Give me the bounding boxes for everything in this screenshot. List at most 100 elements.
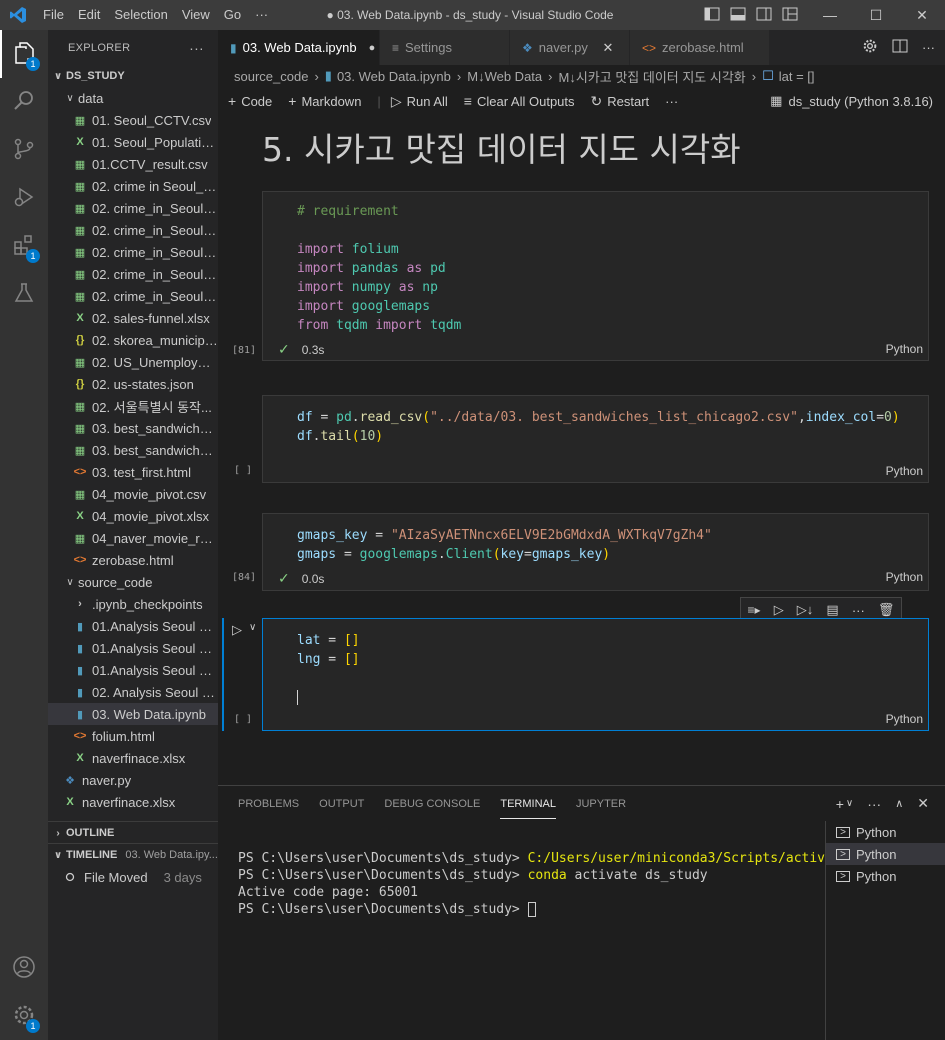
tab-settings[interactable]: ≡ Settings — [380, 30, 510, 65]
timeline-entry[interactable]: File Moved 3 days — [48, 866, 218, 888]
add-code-cell-button[interactable]: + Code — [228, 93, 272, 109]
code-cell-focused[interactable]: lat = [] lng = [] ▷ ∨ [ ] Python — [232, 618, 929, 731]
tree-file[interactable]: {} 02. skorea_municipa... — [48, 329, 218, 351]
tree-file[interactable]: ▮ 01.Analysis Seoul CC... — [48, 659, 218, 681]
run-debug-activity[interactable] — [0, 174, 48, 222]
cell-language[interactable]: Python — [886, 342, 923, 356]
tree-file[interactable]: ▮ 02. Analysis Seoul Cr... — [48, 681, 218, 703]
accounts-activity[interactable] — [0, 944, 48, 992]
run-all-button[interactable]: ▷ Run All — [391, 93, 448, 110]
close-icon[interactable]: ✕ — [600, 40, 616, 56]
clear-all-outputs-button[interactable]: ≡ Clear All Outputs — [464, 93, 575, 109]
minimize-icon[interactable]: — — [807, 0, 853, 30]
tree-file[interactable]: {} 02. us-states.json — [48, 373, 218, 395]
terminal-instance[interactable]: > Python — [826, 865, 945, 887]
execute-above-icon[interactable]: ≡▸ — [748, 603, 761, 617]
tree-file[interactable]: ▦ 01.CCTV_result.csv — [48, 153, 218, 175]
testing-activity[interactable] — [0, 270, 48, 318]
tree-file[interactable]: Xnaverfinace.xlsx — [48, 791, 218, 813]
tab-problems[interactable]: PROBLEMS — [238, 789, 299, 818]
tab-web-data-notebook[interactable]: ▮ 03. Web Data.ipynb ● — [218, 30, 380, 65]
tab-naver-py[interactable]: ❖ naver.py ✕ — [510, 30, 630, 65]
terminal-output[interactable]: PS C:\Users\user\Documents\ds_study> C:/… — [238, 850, 849, 918]
maximize-icon[interactable]: ☐ — [853, 0, 899, 30]
tab-output[interactable]: OUTPUT — [319, 789, 364, 818]
cell-language[interactable]: Python — [886, 464, 923, 478]
tree-file[interactable]: ▦ 02. crime in Seoul_fi... — [48, 175, 218, 197]
kernel-picker[interactable]: ▦ ds_study (Python 3.8.16) — [770, 87, 933, 115]
menu-selection[interactable]: Selection — [107, 0, 174, 30]
restart-kernel-button[interactable]: ↻ Restart — [591, 93, 650, 110]
tree-file[interactable]: ▮ 01.Analysis Seoul CC... — [48, 637, 218, 659]
breadcrumb-item[interactable]: M↓시카고 맛집 데이터 지도 시각화 — [559, 67, 746, 86]
chevron-down-icon[interactable]: ∨ — [846, 798, 853, 809]
terminal-instance[interactable]: > Python — [826, 821, 945, 843]
tree-file[interactable]: ▦ 01. Seoul_CCTV.csv — [48, 109, 218, 131]
toggle-secondary-sidebar-icon[interactable] — [756, 7, 772, 24]
close-panel-icon[interactable]: ✕ — [917, 795, 929, 812]
cell-language[interactable]: Python — [886, 570, 923, 584]
menu-more[interactable]: ··· — [248, 0, 275, 30]
tab-zerobase-html[interactable]: <> zerobase.html — [630, 30, 770, 65]
tree-file[interactable]: ▦ 03. best_sandwiches... — [48, 439, 218, 461]
folder-data[interactable]: ∨ data — [48, 87, 218, 109]
delete-cell-icon[interactable]: 🗑 — [878, 602, 895, 618]
close-window-icon[interactable]: ✕ — [899, 0, 945, 30]
unsaved-dot-icon[interactable]: ● — [369, 42, 376, 54]
breadcrumb-item[interactable]: 03. Web Data.ipynb — [337, 69, 451, 84]
more-actions-icon[interactable]: ··· — [922, 40, 935, 55]
toggle-primary-sidebar-icon[interactable] — [704, 7, 720, 24]
code-cell[interactable]: gmaps_key = "AIzaSyAETNncx6ELV9E2bGMdxdA… — [232, 513, 929, 591]
tree-file[interactable]: ❖ naver.py — [48, 769, 218, 791]
more-actions-icon[interactable]: ··· — [852, 603, 865, 618]
tab-debug-console[interactable]: DEBUG CONSOLE — [384, 789, 480, 818]
tab-terminal[interactable]: TERMINAL — [500, 789, 556, 819]
workspace-root[interactable]: ∨ DS_STUDY — [48, 65, 218, 87]
chevron-down-icon[interactable]: ∨ — [249, 622, 256, 633]
search-activity[interactable] — [0, 78, 48, 126]
tree-file[interactable]: X 01. Seoul_Populatio... — [48, 131, 218, 153]
cell-editor[interactable]: lat = [] lng = [] — [262, 618, 929, 731]
cell-editor[interactable]: gmaps_key = "AIzaSyAETNncx6ELV9E2bGMdxdA… — [262, 513, 929, 591]
tree-file[interactable]: ▦ 02. crime_in_Seoul_l... — [48, 241, 218, 263]
tree-file[interactable]: ▦ 02. crime_in_Seoul_1... — [48, 197, 218, 219]
tree-file[interactable]: ▦ 04_movie_pivot.csv — [48, 483, 218, 505]
tree-file[interactable]: ▦ 02. US_Unemploym... — [48, 351, 218, 373]
tree-file[interactable]: <> 03. test_first.html — [48, 461, 218, 483]
tree-file[interactable]: ▦ 04_naver_movie_raw... — [48, 527, 218, 549]
split-cell-icon[interactable]: ▤ — [826, 602, 838, 618]
toolbar-more-button[interactable]: ··· — [665, 94, 678, 109]
new-terminal-icon[interactable]: + — [836, 796, 844, 812]
tree-file[interactable]: ▦ 02. crime_in_Seoul.csv — [48, 285, 218, 307]
code-cell[interactable]: # requirement import folium import panda… — [232, 191, 929, 361]
tree-folder[interactable]: › .ipynb_checkpoints — [48, 593, 218, 615]
toggle-panel-icon[interactable] — [730, 7, 746, 24]
menu-edit[interactable]: Edit — [71, 0, 107, 30]
timeline-header[interactable]: ∨ TIMELINE 03. Web Data.ipy... — [48, 844, 218, 866]
source-control-activity[interactable] — [0, 126, 48, 174]
explorer-more-button[interactable]: ··· — [189, 40, 204, 56]
tree-file[interactable]: ▮ 03. Web Data.ipynb — [48, 703, 218, 725]
tree-file[interactable]: ▦ 02. crime_in_Seoul_fi... — [48, 219, 218, 241]
add-markdown-cell-button[interactable]: + Markdown — [288, 93, 361, 109]
customize-layout-icon[interactable] — [782, 7, 798, 24]
code-cell[interactable]: df = pd.read_csv("../data/03. best_sandw… — [234, 395, 929, 483]
tree-file[interactable]: ▦ 03. best_sandwiches... — [48, 417, 218, 439]
breadcrumb-item[interactable]: lat = [] — [779, 69, 815, 84]
tree-file[interactable]: <> folium.html — [48, 725, 218, 747]
tree-file[interactable]: Xnaverfinace.xlsx — [48, 747, 218, 769]
split-editor-icon[interactable] — [892, 38, 908, 57]
terminal-instance[interactable]: > Python — [826, 843, 945, 865]
outline-header[interactable]: › OUTLINE — [48, 822, 218, 844]
breadcrumb-item[interactable]: M↓Web Data — [467, 69, 542, 84]
cell-language[interactable]: Python — [886, 712, 923, 726]
folder-source-code[interactable]: ∨ source_code — [48, 571, 218, 593]
menu-view[interactable]: View — [175, 0, 217, 30]
execute-cell-and-below-icon[interactable]: ▷ — [774, 602, 784, 618]
tree-file[interactable]: ▦ 02. 서울특별시 동작... — [48, 395, 218, 417]
more-actions-icon[interactable]: ··· — [867, 796, 881, 812]
maximize-panel-icon[interactable]: ∧ — [895, 797, 903, 810]
extensions-activity[interactable]: 1 — [0, 222, 48, 270]
manage-activity[interactable]: 1 — [0, 992, 48, 1040]
tree-file[interactable]: ▮ 01.Analysis Seoul CC... — [48, 615, 218, 637]
